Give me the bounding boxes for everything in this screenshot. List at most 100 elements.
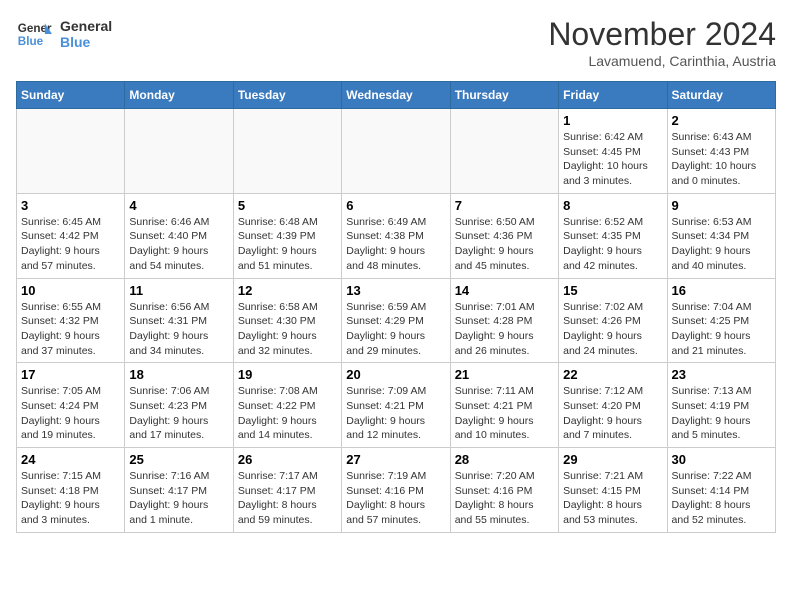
day-info: Sunrise: 7:02 AM Sunset: 4:26 PM Dayligh… — [563, 300, 662, 359]
weekday-header: Tuesday — [233, 82, 341, 109]
day-number: 23 — [672, 367, 771, 382]
calendar-cell: 30 Sunrise: 7:22 AM Sunset: 4:14 PM Dayli… — [667, 448, 775, 533]
day-number: 10 — [21, 283, 120, 298]
day-info: Sunrise: 6:42 AM Sunset: 4:45 PM Dayligh… — [563, 130, 662, 189]
calendar-cell: 18 Sunrise: 7:06 AM Sunset: 4:23 PM Dayli… — [125, 363, 233, 448]
day-number: 28 — [455, 452, 554, 467]
calendar-cell: 19 Sunrise: 7:08 AM Sunset: 4:22 PM Dayli… — [233, 363, 341, 448]
calendar-cell: 11 Sunrise: 6:56 AM Sunset: 4:31 PM Dayli… — [125, 278, 233, 363]
calendar-cell: 10 Sunrise: 6:55 AM Sunset: 4:32 PM Dayli… — [17, 278, 125, 363]
day-number: 12 — [238, 283, 337, 298]
day-info: Sunrise: 6:46 AM Sunset: 4:40 PM Dayligh… — [129, 215, 228, 274]
day-number: 7 — [455, 198, 554, 213]
calendar-cell: 21Sunrise: 7:11 AM Sunset: 4:21 PM Dayli… — [450, 363, 558, 448]
day-info: Sunrise: 7:01 AM Sunset: 4:28 PM Dayligh… — [455, 300, 554, 359]
logo-text-blue: Blue — [60, 34, 112, 50]
day-number: 9 — [672, 198, 771, 213]
weekday-header: Sunday — [17, 82, 125, 109]
day-number: 17 — [21, 367, 120, 382]
calendar-week-row: 10 Sunrise: 6:55 AM Sunset: 4:32 PM Dayli… — [17, 278, 776, 363]
calendar-table: SundayMondayTuesdayWednesdayThursdayFrid… — [16, 81, 776, 533]
day-info: Sunrise: 6:43 AM Sunset: 4:43 PM Dayligh… — [672, 130, 771, 189]
day-number: 4 — [129, 198, 228, 213]
calendar-cell — [233, 109, 341, 194]
day-number: 11 — [129, 283, 228, 298]
day-number: 5 — [238, 198, 337, 213]
calendar-cell — [450, 109, 558, 194]
day-number: 15 — [563, 283, 662, 298]
day-info: Sunrise: 6:58 AM Sunset: 4:30 PM Dayligh… — [238, 300, 337, 359]
day-info: Sunrise: 7:16 AM Sunset: 4:17 PM Dayligh… — [129, 469, 228, 528]
month-title: November 2024 — [548, 16, 776, 53]
calendar-cell: 9 Sunrise: 6:53 AM Sunset: 4:34 PM Daylig… — [667, 193, 775, 278]
calendar-cell: 7Sunrise: 6:50 AM Sunset: 4:36 PM Daylig… — [450, 193, 558, 278]
calendar-week-row: 17 Sunrise: 7:05 AM Sunset: 4:24 PM Dayli… — [17, 363, 776, 448]
day-number: 25 — [129, 452, 228, 467]
calendar-cell — [125, 109, 233, 194]
day-info: Sunrise: 7:22 AM Sunset: 4:14 PM Dayligh… — [672, 469, 771, 528]
calendar-cell: 28 Sunrise: 7:20 AM Sunset: 4:16 PM Dayli… — [450, 448, 558, 533]
page-header: General Blue General Blue November 2024 … — [16, 16, 776, 69]
calendar-cell: 5 Sunrise: 6:48 AM Sunset: 4:39 PM Daylig… — [233, 193, 341, 278]
calendar-cell: 8 Sunrise: 6:52 AM Sunset: 4:35 PM Daylig… — [559, 193, 667, 278]
calendar-cell: 13 Sunrise: 6:59 AM Sunset: 4:29 PM Dayli… — [342, 278, 450, 363]
day-info: Sunrise: 7:04 AM Sunset: 4:25 PM Dayligh… — [672, 300, 771, 359]
calendar-cell — [342, 109, 450, 194]
day-number: 30 — [672, 452, 771, 467]
day-info: Sunrise: 6:45 AM Sunset: 4:42 PM Dayligh… — [21, 215, 120, 274]
calendar-cell: 14Sunrise: 7:01 AM Sunset: 4:28 PM Dayli… — [450, 278, 558, 363]
day-info: Sunrise: 7:20 AM Sunset: 4:16 PM Dayligh… — [455, 469, 554, 528]
logo-text-general: General — [60, 18, 112, 34]
day-number: 13 — [346, 283, 445, 298]
day-info: Sunrise: 6:49 AM Sunset: 4:38 PM Dayligh… — [346, 215, 445, 274]
day-number: 2 — [672, 113, 771, 128]
calendar-week-row: 1Sunrise: 6:42 AM Sunset: 4:45 PM Daylig… — [17, 109, 776, 194]
calendar-cell: 23 Sunrise: 7:13 AM Sunset: 4:19 PM Dayli… — [667, 363, 775, 448]
day-info: Sunrise: 7:12 AM Sunset: 4:20 PM Dayligh… — [563, 384, 662, 443]
day-number: 26 — [238, 452, 337, 467]
calendar-cell: 22 Sunrise: 7:12 AM Sunset: 4:20 PM Dayli… — [559, 363, 667, 448]
weekday-header: Friday — [559, 82, 667, 109]
day-info: Sunrise: 7:09 AM Sunset: 4:21 PM Dayligh… — [346, 384, 445, 443]
calendar-cell: 17 Sunrise: 7:05 AM Sunset: 4:24 PM Dayli… — [17, 363, 125, 448]
day-number: 6 — [346, 198, 445, 213]
calendar-week-row: 3 Sunrise: 6:45 AM Sunset: 4:42 PM Daylig… — [17, 193, 776, 278]
day-info: Sunrise: 7:05 AM Sunset: 4:24 PM Dayligh… — [21, 384, 120, 443]
day-number: 22 — [563, 367, 662, 382]
weekday-header: Wednesday — [342, 82, 450, 109]
day-number: 21 — [455, 367, 554, 382]
day-info: Sunrise: 6:52 AM Sunset: 4:35 PM Dayligh… — [563, 215, 662, 274]
day-number: 19 — [238, 367, 337, 382]
day-number: 20 — [346, 367, 445, 382]
day-info: Sunrise: 7:15 AM Sunset: 4:18 PM Dayligh… — [21, 469, 120, 528]
day-number: 18 — [129, 367, 228, 382]
calendar-cell: 29 Sunrise: 7:21 AM Sunset: 4:15 PM Dayli… — [559, 448, 667, 533]
logo-icon: General Blue — [16, 16, 52, 52]
title-area: November 2024 Lavamuend, Carinthia, Aust… — [548, 16, 776, 69]
day-number: 3 — [21, 198, 120, 213]
day-info: Sunrise: 7:06 AM Sunset: 4:23 PM Dayligh… — [129, 384, 228, 443]
calendar-cell: 15 Sunrise: 7:02 AM Sunset: 4:26 PM Dayli… — [559, 278, 667, 363]
day-number: 8 — [563, 198, 662, 213]
day-number: 24 — [21, 452, 120, 467]
day-info: Sunrise: 6:53 AM Sunset: 4:34 PM Dayligh… — [672, 215, 771, 274]
day-info: Sunrise: 6:59 AM Sunset: 4:29 PM Dayligh… — [346, 300, 445, 359]
calendar-cell: 6 Sunrise: 6:49 AM Sunset: 4:38 PM Daylig… — [342, 193, 450, 278]
weekday-header-row: SundayMondayTuesdayWednesdayThursdayFrid… — [17, 82, 776, 109]
logo: General Blue General Blue — [16, 16, 112, 52]
day-info: Sunrise: 6:56 AM Sunset: 4:31 PM Dayligh… — [129, 300, 228, 359]
day-info: Sunrise: 7:08 AM Sunset: 4:22 PM Dayligh… — [238, 384, 337, 443]
svg-text:Blue: Blue — [18, 35, 44, 48]
calendar-cell: 2 Sunrise: 6:43 AM Sunset: 4:43 PM Daylig… — [667, 109, 775, 194]
calendar-cell: 27Sunrise: 7:19 AM Sunset: 4:16 PM Dayli… — [342, 448, 450, 533]
day-info: Sunrise: 7:13 AM Sunset: 4:19 PM Dayligh… — [672, 384, 771, 443]
day-info: Sunrise: 7:19 AM Sunset: 4:16 PM Dayligh… — [346, 469, 445, 528]
day-info: Sunrise: 6:48 AM Sunset: 4:39 PM Dayligh… — [238, 215, 337, 274]
day-number: 29 — [563, 452, 662, 467]
weekday-header: Monday — [125, 82, 233, 109]
day-number: 16 — [672, 283, 771, 298]
calendar-week-row: 24 Sunrise: 7:15 AM Sunset: 4:18 PM Dayli… — [17, 448, 776, 533]
location-subtitle: Lavamuend, Carinthia, Austria — [548, 53, 776, 69]
day-info: Sunrise: 6:55 AM Sunset: 4:32 PM Dayligh… — [21, 300, 120, 359]
day-info: Sunrise: 7:21 AM Sunset: 4:15 PM Dayligh… — [563, 469, 662, 528]
